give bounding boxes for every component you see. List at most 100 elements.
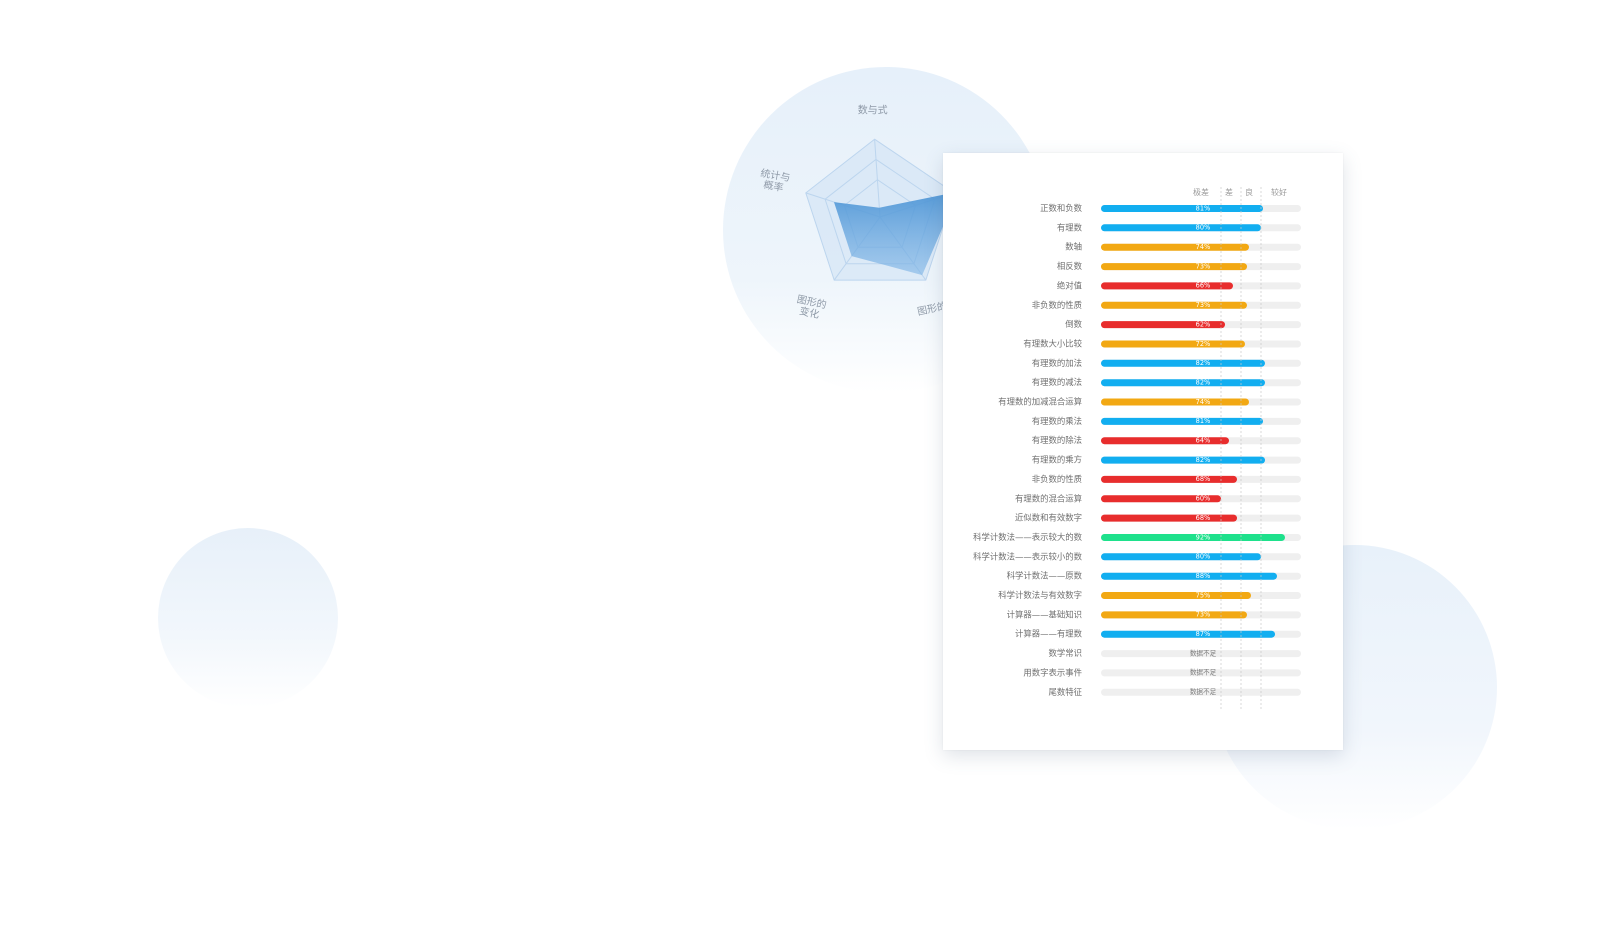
bar	[1101, 475, 1237, 483]
chart-row: 绝对值 66%	[1057, 280, 1301, 290]
row-label: 科学计数法与有效数字	[998, 590, 1082, 600]
bar-value-label: 81%	[1196, 204, 1211, 212]
bar-value-label: 74%	[1196, 243, 1211, 251]
bar-value-label: 80%	[1196, 553, 1211, 561]
bar-value-label: 88%	[1196, 572, 1211, 580]
row-label: 非负数的性质	[1032, 300, 1082, 310]
chart-row: 正数和负数 81%	[1040, 203, 1301, 213]
row-label: 有理数的减法	[1032, 377, 1082, 387]
row-label: 有理数的乘法	[1032, 416, 1082, 426]
chart-row: 计算器——有理数 87%	[1015, 629, 1301, 639]
bar	[1101, 243, 1249, 251]
chart-row: 近似数和有效数字 68%	[1015, 513, 1301, 523]
bar	[1101, 514, 1237, 522]
bar	[1101, 340, 1245, 348]
bar-value-label: 72%	[1196, 340, 1211, 348]
radar-axis-label: 图形的变化	[793, 292, 827, 322]
radar-axis-label-line: 数与式	[858, 103, 888, 116]
bar	[1101, 417, 1263, 425]
row-label: 尾数特征	[1049, 687, 1083, 697]
chart-row: 数轴 74%	[1065, 242, 1301, 252]
no-data-label: 数据不足	[1190, 668, 1217, 677]
row-label: 有理数的加减混合运算	[998, 397, 1082, 407]
bar-value-label: 81%	[1196, 417, 1211, 425]
row-label: 计算器——有理数	[1015, 629, 1083, 639]
bar	[1101, 611, 1247, 619]
bar-value-label: 87%	[1196, 630, 1211, 638]
bar	[1101, 205, 1263, 212]
bar	[1101, 379, 1265, 387]
chart-row: 科学计数法——原数 88%	[1007, 571, 1301, 581]
row-label: 绝对值	[1057, 280, 1083, 290]
bar	[1101, 630, 1275, 638]
chart-row: 数学常识 数据不足	[1049, 648, 1301, 658]
report-card: 极差 差 良 较好正数和负数 81% 有理数 80% 数轴 74% 相反数 73% 绝对值 66% 非负数…	[943, 153, 1343, 750]
row-label: 有理数	[1057, 222, 1083, 232]
chart-row: 倒数 62%	[1065, 319, 1301, 329]
chart-row: 有理数的加减混合运算 74%	[998, 397, 1301, 407]
chart-row: 科学计数法——表示较大的数 92%	[973, 532, 1301, 542]
chart-row: 科学计数法与有效数字 75%	[998, 590, 1301, 600]
level-label: 极差	[1193, 187, 1209, 197]
no-data-label: 数据不足	[1190, 648, 1217, 657]
bar-value-label: 92%	[1196, 533, 1211, 541]
bar-value-label: 68%	[1196, 514, 1211, 522]
row-label: 有理数大小比较	[1023, 339, 1082, 349]
bar	[1101, 592, 1251, 599]
row-label: 有理数的乘方	[1032, 455, 1082, 465]
chart-row: 有理数大小比较 72%	[1023, 339, 1301, 349]
decorative-circle-left	[158, 528, 338, 708]
row-label: 有理数的除法	[1032, 435, 1082, 445]
no-data-label: 数据不足	[1190, 687, 1217, 696]
level-label: 较好	[1271, 187, 1287, 197]
bar	[1101, 359, 1265, 367]
bar-value-label: 73%	[1196, 262, 1211, 270]
chart-row: 有理数的乘方 82%	[1032, 455, 1301, 465]
bar	[1101, 398, 1249, 406]
chart-row: 有理数的除法 64%	[1032, 435, 1301, 445]
chart-row: 有理数的加法 82%	[1032, 358, 1301, 368]
bar-value-label: 64%	[1196, 437, 1211, 445]
row-label: 有理数的混合运算	[1015, 493, 1082, 503]
bar-value-label: 73%	[1196, 611, 1211, 619]
radar-axis-label: 统计与概率	[758, 166, 792, 195]
bar	[1101, 301, 1247, 309]
bar	[1101, 456, 1265, 464]
chart-row: 非负数的性质 73%	[1032, 300, 1301, 310]
bar-value-label: 62%	[1196, 320, 1211, 328]
bar-value-label: 75%	[1196, 591, 1211, 599]
bar	[1101, 263, 1247, 271]
bar-value-label: 80%	[1196, 224, 1211, 232]
bar	[1101, 572, 1277, 580]
bar	[1101, 282, 1233, 290]
row-label: 科学计数法——表示较小的数	[973, 551, 1082, 561]
row-label: 非负数的性质	[1032, 474, 1082, 484]
chart-row: 有理数的混合运算 60%	[1015, 493, 1301, 503]
level-label: 差	[1225, 187, 1233, 197]
row-label: 计算器——基础知识	[1007, 609, 1082, 619]
bar-value-label: 82%	[1196, 379, 1211, 387]
row-label: 数学常识	[1049, 648, 1083, 658]
chart-row: 有理数的乘法 81%	[1032, 416, 1301, 426]
row-label: 正数和负数	[1040, 203, 1082, 213]
row-label: 科学计数法——原数	[1007, 571, 1083, 581]
row-label: 有理数的加法	[1032, 358, 1082, 368]
knowledge-bar-chart: 极差 差 良 较好正数和负数 81% 有理数 80% 数轴 74% 相反数 73% 绝对值 66% 非负数…	[973, 187, 1301, 710]
bar	[1101, 224, 1261, 232]
chart-row: 用数字表示事件 数据不足	[1023, 667, 1301, 677]
level-label: 良	[1245, 187, 1253, 197]
radar-axis-label: 数与式	[858, 103, 888, 116]
chart-row: 非负数的性质 68%	[1032, 474, 1301, 484]
bar	[1101, 534, 1285, 541]
bar-value-label: 68%	[1196, 475, 1211, 483]
chart-row: 计算器——基础知识 73%	[1007, 609, 1301, 619]
chart-row: 相反数 73%	[1057, 261, 1301, 271]
row-label: 倒数	[1065, 319, 1082, 329]
chart-row: 尾数特征 数据不足	[1049, 687, 1301, 697]
row-label: 用数字表示事件	[1023, 667, 1082, 677]
row-label: 数轴	[1065, 242, 1082, 252]
bar-value-label: 73%	[1196, 301, 1211, 309]
bar-value-label: 66%	[1196, 282, 1211, 290]
bar-value-label: 60%	[1196, 495, 1211, 503]
row-label: 科学计数法——表示较大的数	[973, 532, 1082, 542]
